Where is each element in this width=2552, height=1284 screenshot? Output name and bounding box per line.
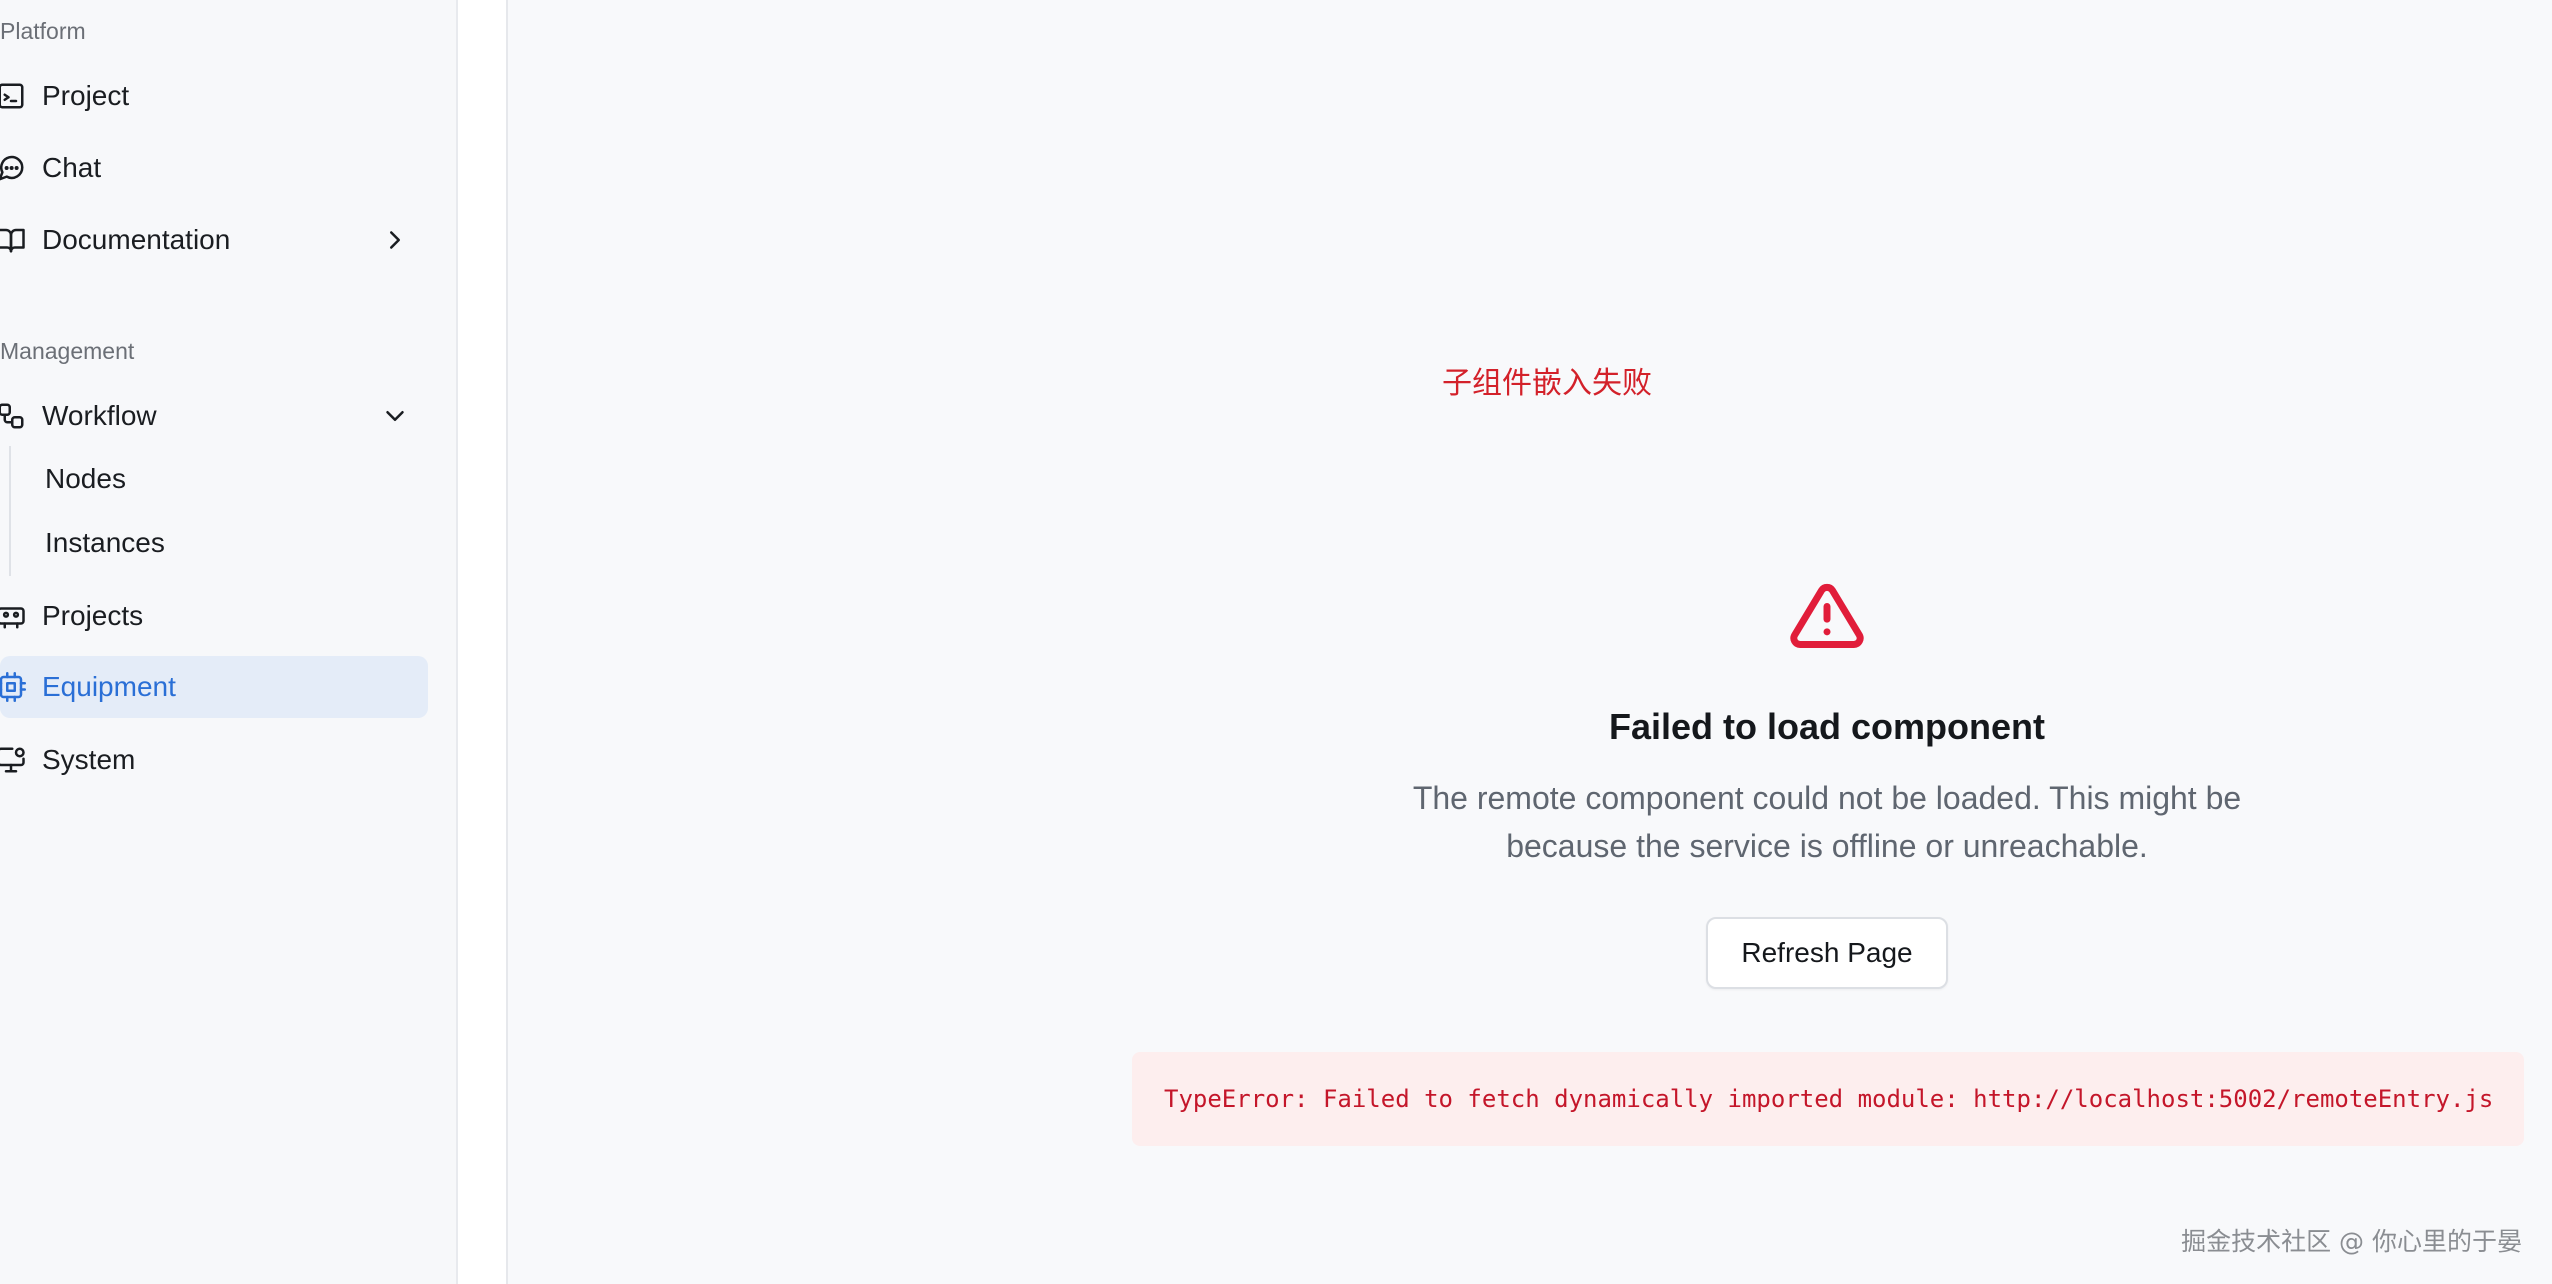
- chevron-down-icon[interactable]: [380, 401, 410, 431]
- sidebar-item-label: Projects: [42, 600, 144, 631]
- monitor-cog-icon: [0, 745, 26, 775]
- sidebar-item-label: System: [42, 744, 136, 775]
- cpu-icon: [0, 672, 26, 702]
- sidebar-subitem-nodes[interactable]: Nodes: [45, 459, 126, 499]
- sidebar-item-documentation[interactable]: Documentation: [0, 209, 428, 271]
- error-message-box: TypeError: Failed to fetch dynamically i…: [1132, 1052, 2524, 1146]
- projects-icon: [0, 601, 26, 631]
- error-description: The remote component could not be loaded…: [1412, 780, 2242, 864]
- submenu-guide-line: [9, 446, 11, 576]
- alert-triangle-icon: [1790, 583, 1864, 648]
- section-label-management: Management: [0, 338, 135, 364]
- book-open-icon: [0, 225, 26, 255]
- error-title: Failed to load component: [1608, 706, 2045, 747]
- sidebar-item-label: Workflow: [42, 400, 157, 431]
- watermark: 掘金技术社区 @ 你心里的于晏: [2181, 1227, 2522, 1256]
- sidebar-subitem-instances[interactable]: Instances: [45, 523, 165, 563]
- embed-failed-label: 子组件嵌入失败: [1442, 366, 1652, 401]
- sidebar-item-workflow[interactable]: Workflow: [0, 385, 428, 447]
- content-gutter: [458, 0, 508, 1284]
- sidebar-item-system[interactable]: System: [0, 729, 428, 791]
- sidebar-item-project[interactable]: Project: [0, 65, 428, 127]
- error-message-text: TypeError: Failed to fetch dynamically i…: [1164, 1085, 2494, 1113]
- refresh-page-button[interactable]: Refresh Page: [1706, 917, 1948, 989]
- workflow-icon: [0, 401, 26, 431]
- sidebar-item-label: Project: [42, 80, 130, 111]
- message-circle-icon: [0, 153, 26, 183]
- sidebar-item-chat[interactable]: Chat: [0, 137, 428, 199]
- terminal-square-icon: [0, 81, 26, 111]
- sidebar-item-label: Documentation: [42, 224, 231, 255]
- section-label-platform: Platform: [0, 18, 86, 44]
- sidebar: Platform Project Chat Documentation Mana…: [0, 0, 458, 1284]
- sidebar-item-label: Chat: [42, 152, 102, 183]
- sidebar-item-equipment[interactable]: Equipment: [0, 656, 428, 718]
- sidebar-item-projects[interactable]: Projects: [0, 585, 428, 647]
- chevron-right-icon[interactable]: [380, 225, 410, 255]
- sidebar-item-label: Equipment: [42, 671, 176, 702]
